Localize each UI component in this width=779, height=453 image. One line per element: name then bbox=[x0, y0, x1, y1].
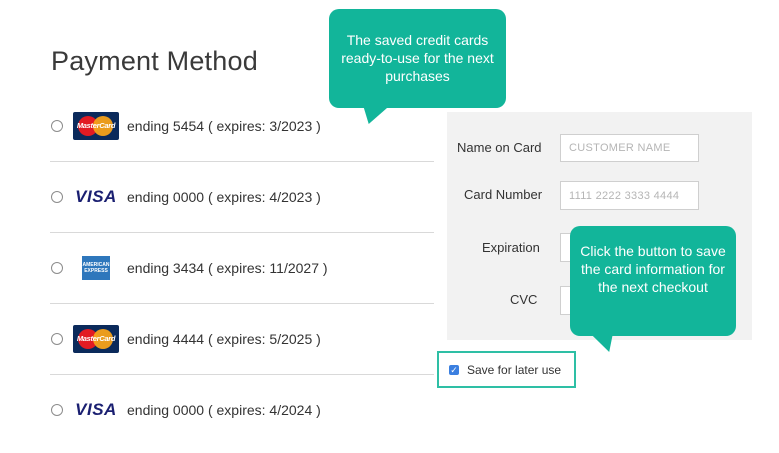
saved-cards-callout: The saved credit cards ready-to-use for … bbox=[329, 9, 506, 108]
card-radio[interactable] bbox=[51, 262, 63, 274]
name-on-card-label: Name on Card bbox=[457, 140, 542, 155]
cvc-label: CVC bbox=[510, 292, 538, 307]
card-radio[interactable] bbox=[51, 191, 63, 203]
name-on-card-input[interactable]: CUSTOMER NAME bbox=[560, 134, 699, 162]
save-button-callout: Click the button to save the card inform… bbox=[570, 226, 736, 336]
saved-card-row[interactable]: MasterCard ending 4444 ( expires: 5/2025… bbox=[50, 304, 434, 375]
card-description: ending 0000 ( expires: 4/2023 ) bbox=[127, 189, 321, 205]
card-description: ending 4444 ( expires: 5/2025 ) bbox=[127, 331, 321, 347]
card-description: ending 0000 ( expires: 4/2024 ) bbox=[127, 402, 321, 418]
page-title: Payment Method bbox=[51, 46, 258, 76]
card-radio[interactable] bbox=[51, 333, 63, 345]
save-for-later-label: Save for later use bbox=[467, 362, 562, 377]
amex-logo-icon: AMERICAN EXPRESS bbox=[73, 253, 119, 283]
visa-logo-icon: VISA bbox=[75, 187, 117, 206]
expiration-label: Expiration bbox=[482, 240, 540, 255]
saved-card-row[interactable]: VISA ending 0000 ( expires: 4/2024 ) bbox=[50, 375, 434, 445]
card-number-input[interactable]: 1111 2222 3333 4444 bbox=[560, 181, 699, 210]
mastercard-logo-icon: MasterCard bbox=[73, 324, 119, 354]
save-for-later-option[interactable]: ✓ Save for later use bbox=[437, 351, 576, 388]
saved-card-row[interactable]: AMERICAN EXPRESS ending 3434 ( expires: … bbox=[50, 233, 434, 304]
mastercard-logo-icon: MasterCard bbox=[73, 111, 119, 141]
save-for-later-checkbox[interactable]: ✓ bbox=[449, 364, 459, 375]
card-description: ending 3434 ( expires: 11/2027 ) bbox=[127, 260, 328, 276]
visa-logo-icon: VISA bbox=[75, 400, 117, 419]
card-number-label: Card Number bbox=[464, 187, 543, 202]
card-radio[interactable] bbox=[51, 120, 63, 132]
saved-card-row[interactable]: VISA ending 0000 ( expires: 4/2023 ) bbox=[50, 162, 434, 233]
card-radio[interactable] bbox=[51, 404, 63, 416]
card-description: ending 5454 ( expires: 3/2023 ) bbox=[127, 118, 321, 134]
